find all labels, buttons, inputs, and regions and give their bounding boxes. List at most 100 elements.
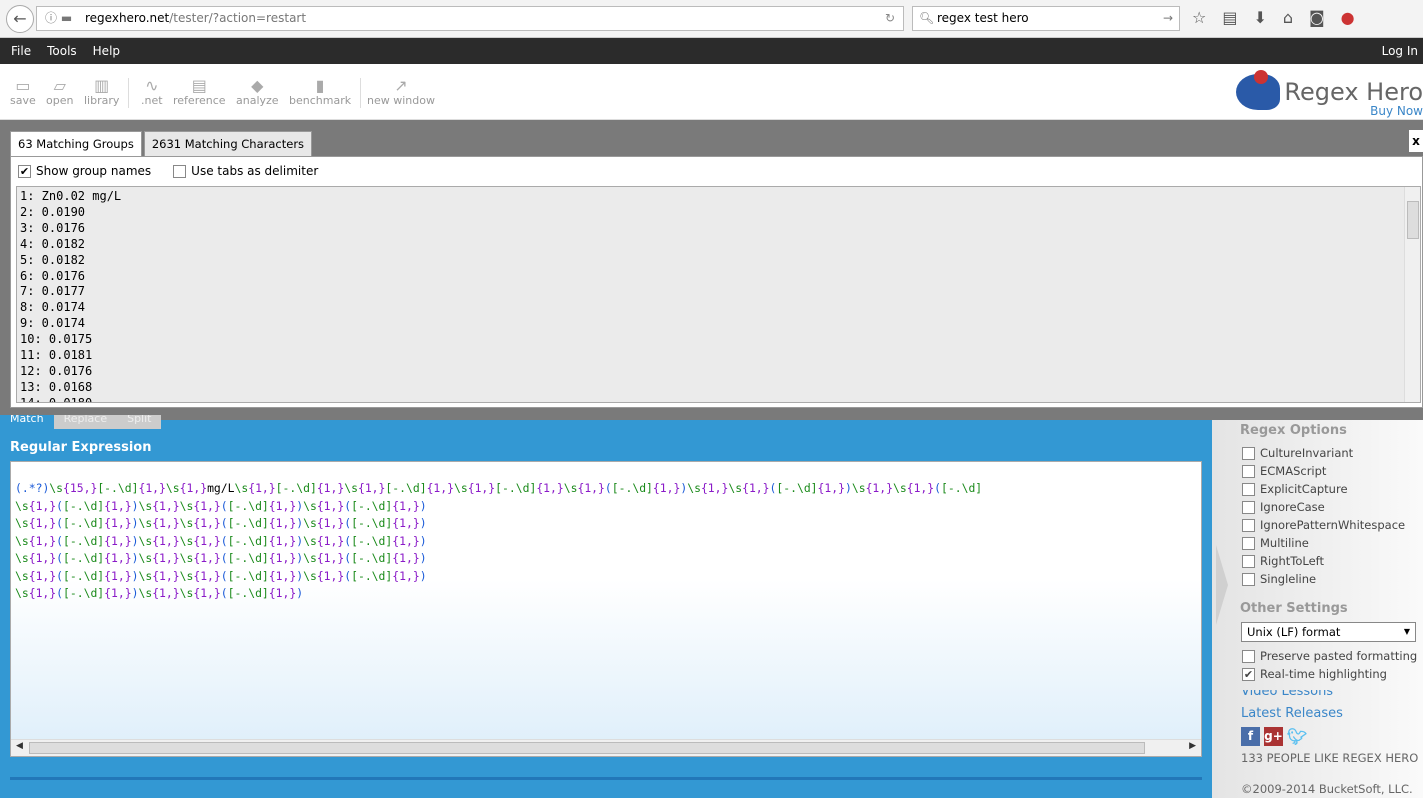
match-line: 8: 0.0174	[20, 300, 86, 315]
tab-matching-groups[interactable]: 63 Matching Groups	[10, 131, 142, 157]
checkbox[interactable]	[173, 164, 187, 178]
divider	[128, 78, 129, 108]
vertical-scrollbar[interactable]	[1404, 187, 1420, 402]
regex-line: \s{1,}([-.\d]{1,})\s{1,}\s{1,}([-.\d]{1,…	[15, 498, 427, 513]
option-checkbox[interactable]: Preserve pasted formatting	[1242, 649, 1417, 663]
tab-matching-characters[interactable]: 2631 Matching Characters	[143, 131, 313, 156]
checkbox[interactable]	[1242, 572, 1255, 586]
format-value: Unix (LF) format	[1247, 625, 1341, 639]
analyze-button[interactable]: ◆ analyze	[236, 76, 279, 107]
checkbox[interactable]	[1242, 536, 1255, 550]
tab-split[interactable]: Split	[117, 415, 162, 429]
dotnet-button[interactable]: ∿ .net	[141, 76, 163, 107]
menu-file[interactable]: File	[11, 44, 31, 58]
close-button[interactable]: x	[1409, 130, 1423, 152]
checkbox[interactable]	[1242, 518, 1255, 532]
use-tabs-checkbox[interactable]: Use tabs as delimiter	[173, 164, 318, 178]
latest-releases-link[interactable]: Latest Releases	[1241, 706, 1343, 721]
hero-mascot-icon	[1236, 70, 1281, 110]
option-label: ECMAScript	[1260, 464, 1327, 478]
save-button[interactable]: ▭ save	[10, 76, 36, 107]
library-button[interactable]: ▥ library	[84, 76, 119, 107]
url-host: regexhero.net	[85, 11, 170, 25]
show-group-names-checkbox[interactable]: ✔ Show group names	[18, 164, 151, 178]
collapse-arrow-icon[interactable]	[1216, 545, 1228, 625]
document-icon: ▤	[191, 76, 207, 95]
checkbox[interactable]	[1242, 482, 1255, 496]
reload-icon[interactable]: ↻	[885, 7, 895, 30]
match-output[interactable]: 1: Zn0.02 mg/L 2: 0.0190 3: 0.0176 4: 0.018…	[16, 186, 1421, 403]
books-icon: ▥	[94, 76, 110, 95]
new-window-button[interactable]: ↗ new window	[367, 76, 435, 107]
match-line: 6: 0.0176	[20, 268, 86, 283]
option-checkbox[interactable]: Singleline	[1242, 572, 1316, 586]
checkbox[interactable]	[1242, 554, 1255, 568]
search-input[interactable]: 🔍︎ regex test hero →	[912, 6, 1180, 31]
option-checkbox[interactable]: IgnorePatternWhitespace	[1242, 518, 1405, 532]
reading-list-icon[interactable]: ▤	[1222, 8, 1237, 27]
match-line: 13: 0.0168	[20, 379, 93, 394]
regex-hero-logo[interactable]: Regex Hero Buy Now	[1236, 70, 1423, 118]
google-plus-icon[interactable]: g+	[1264, 727, 1283, 746]
tab-match[interactable]: Match	[0, 415, 54, 429]
home-icon[interactable]: ⌂	[1283, 8, 1293, 27]
url-path: /tester/?action=restart	[169, 11, 307, 25]
option-label: Real-time highlighting	[1260, 667, 1387, 681]
checkbox-checked[interactable]: ✔	[18, 164, 31, 178]
reference-button[interactable]: ▤ reference	[173, 76, 226, 107]
pocket-icon[interactable]: ◙	[1309, 8, 1325, 27]
login-link[interactable]: Log In	[1382, 44, 1418, 58]
horizontal-scrollbar[interactable]: ◀ ▶	[11, 739, 1201, 756]
chevron-down-icon: ▼	[1403, 627, 1410, 636]
buy-now-link[interactable]: Buy Now	[1370, 104, 1423, 118]
search-icon: 🔍︎	[919, 11, 935, 25]
twitter-icon[interactable]: 🐦︎	[1287, 727, 1307, 746]
option-checkbox[interactable]: IgnoreCase	[1242, 500, 1325, 514]
addon-icon[interactable]: ●	[1341, 8, 1355, 27]
match-line: 11: 0.0181	[20, 348, 93, 363]
option-checkbox[interactable]: CultureInvariant	[1242, 446, 1353, 460]
regex-line: (.*?)\s{15,}[-.\d]{1,}\s{1,}mg/L\s{1,}[-…	[15, 481, 983, 495]
option-checkbox[interactable]: ECMAScript	[1242, 464, 1326, 478]
match-line: 3: 0.0176	[20, 220, 86, 235]
checkbox[interactable]	[1242, 649, 1255, 663]
regex-input[interactable]: (.*?)\s{15,}[-.\d]{1,}\s{1,}mg/L\s{1,}[-…	[10, 461, 1202, 757]
match-line: 14: 0.0180	[20, 395, 93, 403]
option-checkbox[interactable]: Multiline	[1242, 536, 1309, 550]
analyze-label: analyze	[236, 94, 279, 107]
option-label: CultureInvariant	[1260, 446, 1354, 460]
option-label: IgnoreCase	[1260, 500, 1325, 514]
menu-help[interactable]: Help	[93, 44, 120, 58]
back-button[interactable]: ←	[6, 5, 34, 33]
option-checkbox[interactable]: ✔ Real-time highlighting	[1242, 667, 1387, 681]
checkbox[interactable]	[1242, 464, 1255, 478]
benchmark-button[interactable]: ▮ benchmark	[289, 76, 351, 107]
tab-replace[interactable]: Replace	[53, 415, 118, 429]
external-arrow-icon: ↗	[394, 76, 408, 95]
download-icon[interactable]: ⬇	[1253, 8, 1266, 27]
match-line: 12: 0.0176	[20, 363, 93, 378]
match-line: 4: 0.0182	[20, 236, 86, 251]
option-checkbox[interactable]: ExplicitCapture	[1242, 482, 1348, 496]
open-label: open	[46, 94, 74, 107]
url-bar[interactable]: ⓘ ▬ regexhero.net/tester/?action=restart ↻	[36, 6, 904, 31]
bookmark-star-icon[interactable]: ☆	[1192, 8, 1206, 27]
match-line: 7: 0.0177	[20, 284, 86, 299]
toolbar: ▭ save ▱ open ▥ library ∿ .net ▤ reference ◆ a…	[0, 64, 1423, 120]
checkbox[interactable]: ✔	[1242, 667, 1255, 681]
option-label: ExplicitCapture	[1260, 482, 1348, 496]
open-button[interactable]: ▱ open	[46, 76, 73, 107]
option-checkbox[interactable]: RightToLeft	[1242, 554, 1324, 568]
results-panel: ✔ Show group names Use tabs as delimiter …	[10, 156, 1423, 408]
save-label: save	[10, 94, 36, 107]
checkbox[interactable]	[1242, 500, 1255, 514]
settings-sidebar: Regex Options CultureInvariant ECMAScript…	[1212, 420, 1423, 798]
line-format-select[interactable]: Unix (LF) format ▼	[1241, 622, 1416, 642]
checkbox[interactable]	[1242, 446, 1255, 460]
video-lessons-link[interactable]: Video Lessons	[1241, 690, 1333, 699]
menu-tools[interactable]: Tools	[47, 44, 77, 58]
facebook-icon[interactable]: f	[1241, 727, 1260, 746]
menu-bar: File Tools Help Log In	[0, 38, 1423, 64]
option-label: Show group names	[36, 164, 152, 178]
search-go-icon[interactable]: →	[1163, 7, 1173, 30]
